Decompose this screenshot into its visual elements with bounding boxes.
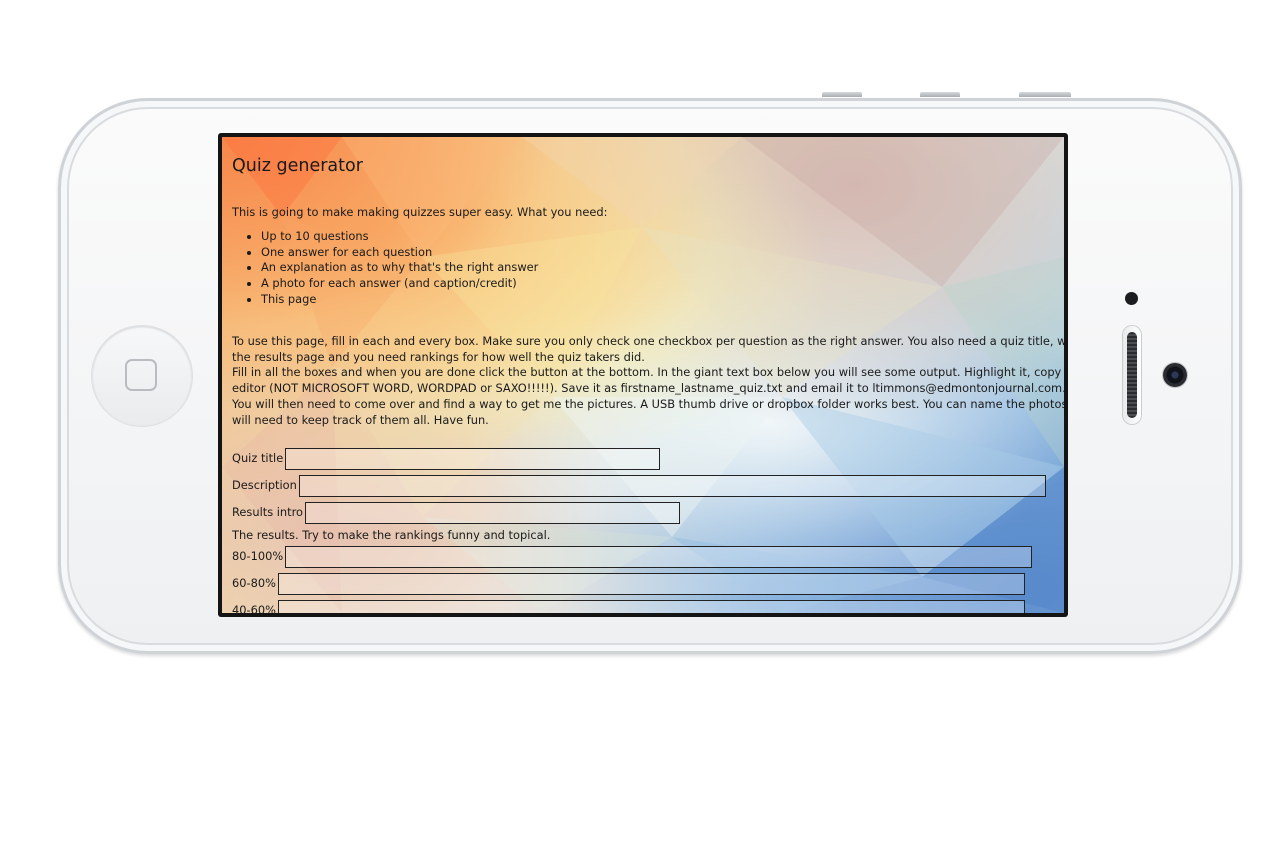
quiz-title-row: Quiz title [232,446,1064,473]
list-item: This page [261,292,1064,308]
results-intro-input[interactable] [305,502,681,525]
description-row: Description [232,473,1064,500]
ranking-input-80-100[interactable] [285,546,1033,569]
ranking-row-40-60: 40-60% [232,598,1064,613]
results-note: The results. Try to make the rankings fu… [232,527,551,542]
description-input[interactable] [298,475,1046,498]
list-item: One answer for each question [261,245,1064,261]
ranking-label: 60-80% [232,576,276,591]
instruction-line: the results page and you need rankings f… [232,349,645,364]
front-camera [1163,363,1187,387]
quiz-title-input[interactable] [285,448,661,471]
instruction-line: To use this page, fill in each and every… [232,333,1064,348]
earpiece-speaker [1123,326,1141,424]
home-button[interactable] [92,326,192,426]
home-square-icon [125,359,157,391]
page-title: Quiz generator [232,156,363,176]
ranking-label: 40-60% [232,603,276,613]
proximity-sensor [1125,292,1138,305]
description-label: Description [232,478,297,493]
instructions: To use this page, fill in each and every… [232,334,1064,429]
quiz-title-label: Quiz title [232,451,284,466]
results-intro-label: Results intro [232,505,304,520]
list-item: Up to 10 questions [261,229,1064,245]
instruction-line: editor (NOT MICROSOFT WORD, WORDPAD or S… [232,381,1064,396]
intro-text: This is going to make making quizzes sup… [232,205,608,219]
phone-screen: Quiz generator This is going to make mak… [218,133,1068,617]
quiz-generator-page: Quiz generator This is going to make mak… [232,137,1064,613]
list-item: A photo for each answer (and caption/cre… [261,276,1064,292]
web-viewport[interactable]: Quiz generator This is going to make mak… [222,137,1064,613]
ranking-input-40-60[interactable] [277,600,1025,613]
ranking-label: 80-100% [232,549,284,564]
results-intro-row: Results intro [232,500,1064,527]
instruction-line: You will then need to come over and find… [232,396,1064,411]
ranking-row-80-100: 80-100% [232,544,1064,571]
quiz-form: Quiz title Description Results intro The… [232,446,1064,613]
mute-switch [822,92,862,97]
volume-up-button [920,92,960,97]
instruction-line: Fill in all the boxes and when you are d… [232,365,1064,380]
list-item: An explanation as to why that's the righ… [261,260,1064,276]
requirements-list: Up to 10 questions One answer for each q… [232,229,1064,308]
ranking-row-60-80: 60-80% [232,571,1064,598]
ranking-input-60-80[interactable] [277,573,1025,596]
volume-down-button [1019,92,1071,97]
instruction-line: will need to keep track of them all. Hav… [232,412,489,427]
